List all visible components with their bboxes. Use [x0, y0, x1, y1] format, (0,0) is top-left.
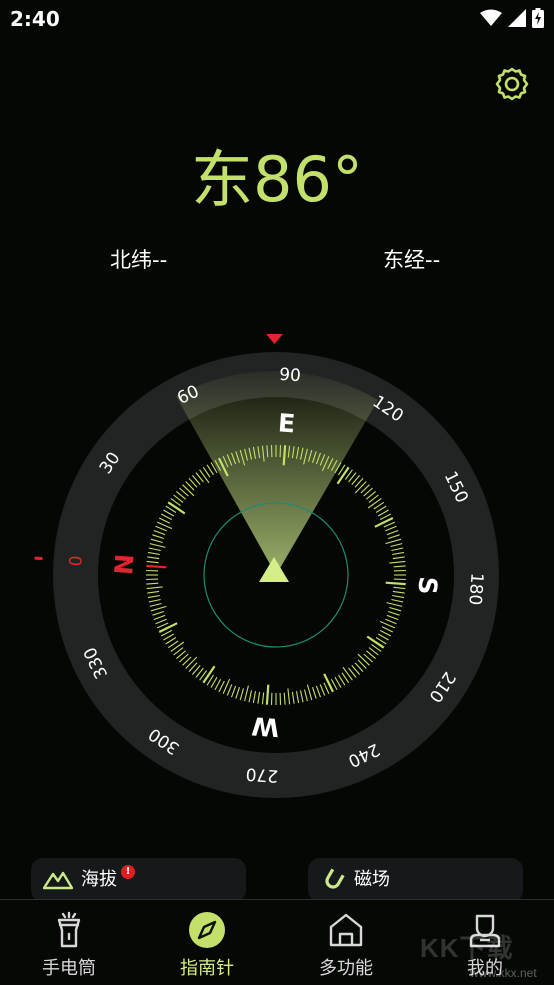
- compass-dial: 0306090120150180210240270300330 NESW: [0, 326, 554, 816]
- tick-mark: [284, 445, 285, 465]
- cardinal-north: N: [109, 553, 139, 576]
- battery-charging-icon: [532, 8, 544, 28]
- home-icon: [326, 910, 366, 950]
- latitude-readout: 北纬--: [110, 244, 167, 274]
- watermark-logo: KK下载: [420, 933, 514, 963]
- nav-item-compass[interactable]: 指南针: [138, 900, 276, 985]
- flashlight-icon: [49, 910, 89, 950]
- mountain-icon: [43, 868, 73, 890]
- dial-number-0: 0: [66, 555, 87, 567]
- magnetic-field-card[interactable]: 磁场: [308, 858, 523, 902]
- nav-label-flashlight: 手电筒: [0, 954, 138, 980]
- longitude-readout: 东经--: [383, 244, 440, 274]
- settings-button[interactable]: [494, 66, 530, 102]
- tick-mark: [146, 566, 166, 567]
- compass-icon: [187, 910, 227, 950]
- tick-mark: [267, 685, 268, 705]
- watermark: KK下载 www.kkx.net: [420, 928, 514, 965]
- tick-mark: [386, 583, 406, 584]
- nav-label-multifunction: 多功能: [277, 954, 415, 980]
- nav-label-compass: 指南针: [138, 954, 276, 980]
- status-icons: [480, 8, 544, 28]
- status-bar: 2:40: [0, 0, 554, 38]
- heading-readout: 东86°: [0, 142, 554, 218]
- magnet-icon: [320, 868, 346, 894]
- altitude-alert-badge: !: [121, 865, 135, 879]
- cardinal-east: E: [277, 408, 296, 438]
- altitude-card-label: 海拔: [81, 868, 117, 892]
- magnetic-field-card-label: 磁场: [354, 868, 390, 892]
- cardinal-south: S: [413, 576, 443, 596]
- dial-number-90: 90: [279, 365, 302, 386]
- cardinal-west: W: [251, 711, 281, 742]
- dial-number-270: 270: [245, 763, 279, 785]
- dial-number-180: 180: [464, 572, 486, 606]
- north-bezel-marker: [34, 557, 42, 561]
- nav-item-multifunction[interactable]: 多功能: [277, 900, 415, 985]
- wifi-icon: [480, 9, 502, 27]
- altitude-card[interactable]: 海拔 !: [31, 858, 246, 902]
- status-time: 2:40: [10, 7, 60, 31]
- north-indicator: [266, 334, 283, 344]
- gear-icon: [494, 66, 530, 102]
- nav-item-flashlight[interactable]: 手电筒: [0, 900, 138, 985]
- cellular-signal-icon: [508, 9, 526, 27]
- watermark-url: www.kkx.net: [470, 966, 537, 980]
